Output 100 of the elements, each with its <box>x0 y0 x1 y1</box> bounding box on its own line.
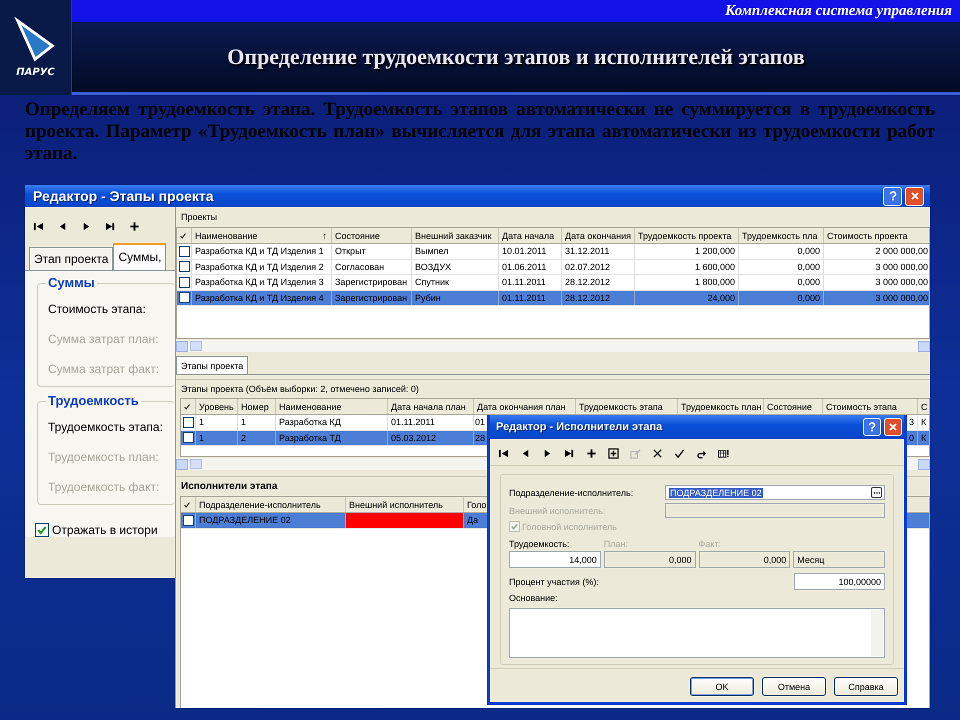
table-cell: Разработка КД и ТД Изделия 4 <box>192 290 332 305</box>
checkmark-icon <box>183 500 191 508</box>
table-cell: 2 <box>238 430 276 445</box>
column-header[interactable]: Трудоемкость план <box>678 399 764 414</box>
table-row[interactable]: Разработка КД и ТД Изделия 1 Открыт Вымпел 10.01.2011 31.12.2011 1 200,000 0,000 2 000 000,00 <box>177 244 929 260</box>
plus-box-icon[interactable] <box>608 448 619 458</box>
table-cell: 3 000 000,00 <box>824 290 929 305</box>
column-header[interactable]: Стоимость проекта <box>824 228 929 243</box>
unit-field[interactable]: Месяц <box>793 551 885 568</box>
checkbox[interactable] <box>179 276 190 288</box>
close-icon <box>887 421 899 433</box>
table-row[interactable]: Разработка КД и ТД Изделия 2 Согласован ВОЗДУХ 01.06.2011 02.07.2012 1 600,000 0,000 3 000 000,00 <box>177 260 929 275</box>
ellipsis-icon <box>872 490 880 494</box>
close-button[interactable] <box>905 186 924 206</box>
table-cell: 1 800,000 <box>635 275 739 290</box>
group-title: Суммы <box>46 275 97 290</box>
dialog-button[interactable]: Справка <box>834 677 898 696</box>
table-cell: Рубин <box>412 290 499 305</box>
help-button[interactable] <box>883 186 902 206</box>
field-label: Сумма затрат факт: <box>48 362 160 376</box>
checkbox[interactable] <box>183 514 194 526</box>
checkbox[interactable] <box>183 416 194 428</box>
column-header[interactable]: Состояние <box>332 228 412 243</box>
column-header[interactable]: Уровень <box>196 399 238 414</box>
tab[interactable]: Этап проекта <box>29 247 114 270</box>
table-cell: Зарегистрирован <box>332 275 412 290</box>
grid-icon[interactable] <box>718 448 729 458</box>
plus-icon[interactable] <box>129 220 140 232</box>
table-cell: 3 000 000,00 <box>824 260 929 274</box>
tab[interactable]: Этапы проекта <box>176 356 248 374</box>
column-header[interactable]: Дата начала план <box>388 399 474 414</box>
field-label: Процент участия (%): <box>509 576 599 586</box>
column-header[interactable]: Внешний исполнитель <box>346 497 464 512</box>
close-button[interactable] <box>884 418 902 436</box>
tab[interactable]: Суммы, <box>113 243 166 270</box>
column-header[interactable]: С <box>918 399 929 414</box>
logo: ПАРУС <box>0 0 72 95</box>
input-field[interactable]: ПОДРАЗДЕЛЕНИЕ 02 <box>665 485 885 500</box>
checkbox[interactable] <box>35 523 49 537</box>
table-cell: 24,000 <box>635 290 739 305</box>
table-cell: Разработка КД и ТД Изделия 3 <box>192 275 332 290</box>
column-header[interactable]: Внешний заказчик <box>412 228 499 243</box>
column-header[interactable]: Дата начала <box>499 228 562 243</box>
cross-icon[interactable] <box>652 448 663 458</box>
table-cell: 1 <box>238 415 276 430</box>
dialog-button[interactable]: OK <box>690 677 754 696</box>
field-label: Трудоемкость этапа: <box>48 420 164 434</box>
table-cell: 10.01.2011 <box>499 244 562 258</box>
field-label: План: <box>604 539 629 549</box>
column-header[interactable]: Подразделение-исполнитель <box>196 497 346 512</box>
dialog-button[interactable]: Отмена <box>762 677 826 696</box>
scroll-bar[interactable] <box>176 340 930 352</box>
column-header[interactable]: Стоимость этапа <box>823 399 918 414</box>
tagline: Комплексная система управления <box>725 2 952 20</box>
table-row[interactable]: Разработка КД и ТД Изделия 4 Зарегистрирован Рубин 01.11.2011 28.12.2012 24,000 0,000 3 000 000,00 <box>177 290 929 306</box>
intro-paragraph: Определяем трудоемкость этапа. Трудоемкость этапов автоматически не суммируется в трудоемкость проекта. Параметр «Трудоемкость план» вычисляется для этапа автоматически из трудоемкости работ этапа. <box>25 99 935 165</box>
table-cell: Вымпел <box>412 244 499 258</box>
checkmark-icon <box>179 232 187 240</box>
group-title: Трудоемкость <box>46 393 141 408</box>
input-field[interactable]: 14,000 <box>509 551 601 568</box>
field-label: Головной исполнитель <box>522 522 617 532</box>
checkbox[interactable] <box>183 432 194 444</box>
checkbox[interactable] <box>179 292 190 304</box>
field-label: Основание: <box>509 593 559 603</box>
sort-arrow: ↑ <box>322 230 328 240</box>
column-header[interactable]: Трудоемкость этапа <box>576 399 678 414</box>
column-header[interactable]: Трудоемкость проекта <box>635 228 739 243</box>
checkbox[interactable] <box>179 246 190 257</box>
question-mark-icon <box>866 421 878 433</box>
column-header[interactable]: Состояние <box>764 399 823 414</box>
column-header-label: Наименование <box>195 230 258 240</box>
help-button[interactable] <box>863 418 881 436</box>
browse-button[interactable] <box>871 487 882 498</box>
checkbox[interactable] <box>179 261 190 272</box>
last-record-icon[interactable] <box>564 448 575 458</box>
field-label: Сумма затрат план: <box>48 332 160 346</box>
column-header[interactable]: Трудоемкость пла <box>739 228 824 243</box>
next-icon[interactable] <box>81 220 92 232</box>
first-record-icon[interactable] <box>33 220 44 232</box>
column-header[interactable]: Наименование <box>276 399 388 414</box>
scroll-bar[interactable] <box>871 610 883 656</box>
input-field[interactable]: 100,00000 <box>794 573 885 590</box>
field-label: Трудоемкость план: <box>48 450 160 464</box>
table-cell: К <box>918 430 929 445</box>
table-cell: К <box>918 415 929 430</box>
previous-icon[interactable] <box>57 220 68 232</box>
checkmark-icon[interactable] <box>674 448 685 458</box>
close-icon <box>908 190 920 202</box>
section-title: Проекты <box>180 211 218 224</box>
plus-icon[interactable] <box>586 448 597 458</box>
checkmark-icon <box>183 402 191 410</box>
table-cell: ВОЗДУХ <box>412 260 499 274</box>
table-cell: Зарегистрирован <box>332 290 412 305</box>
first-record-icon[interactable] <box>498 448 509 458</box>
table-cell: 1 600,000 <box>635 260 739 274</box>
table-cell: 02.07.2012 <box>562 260 635 274</box>
column-header[interactable]: Дата окончания план <box>474 399 576 414</box>
column-header[interactable]: Номер <box>238 399 276 414</box>
column-header[interactable]: Дата окончания <box>562 228 635 243</box>
last-record-icon[interactable] <box>105 220 116 232</box>
